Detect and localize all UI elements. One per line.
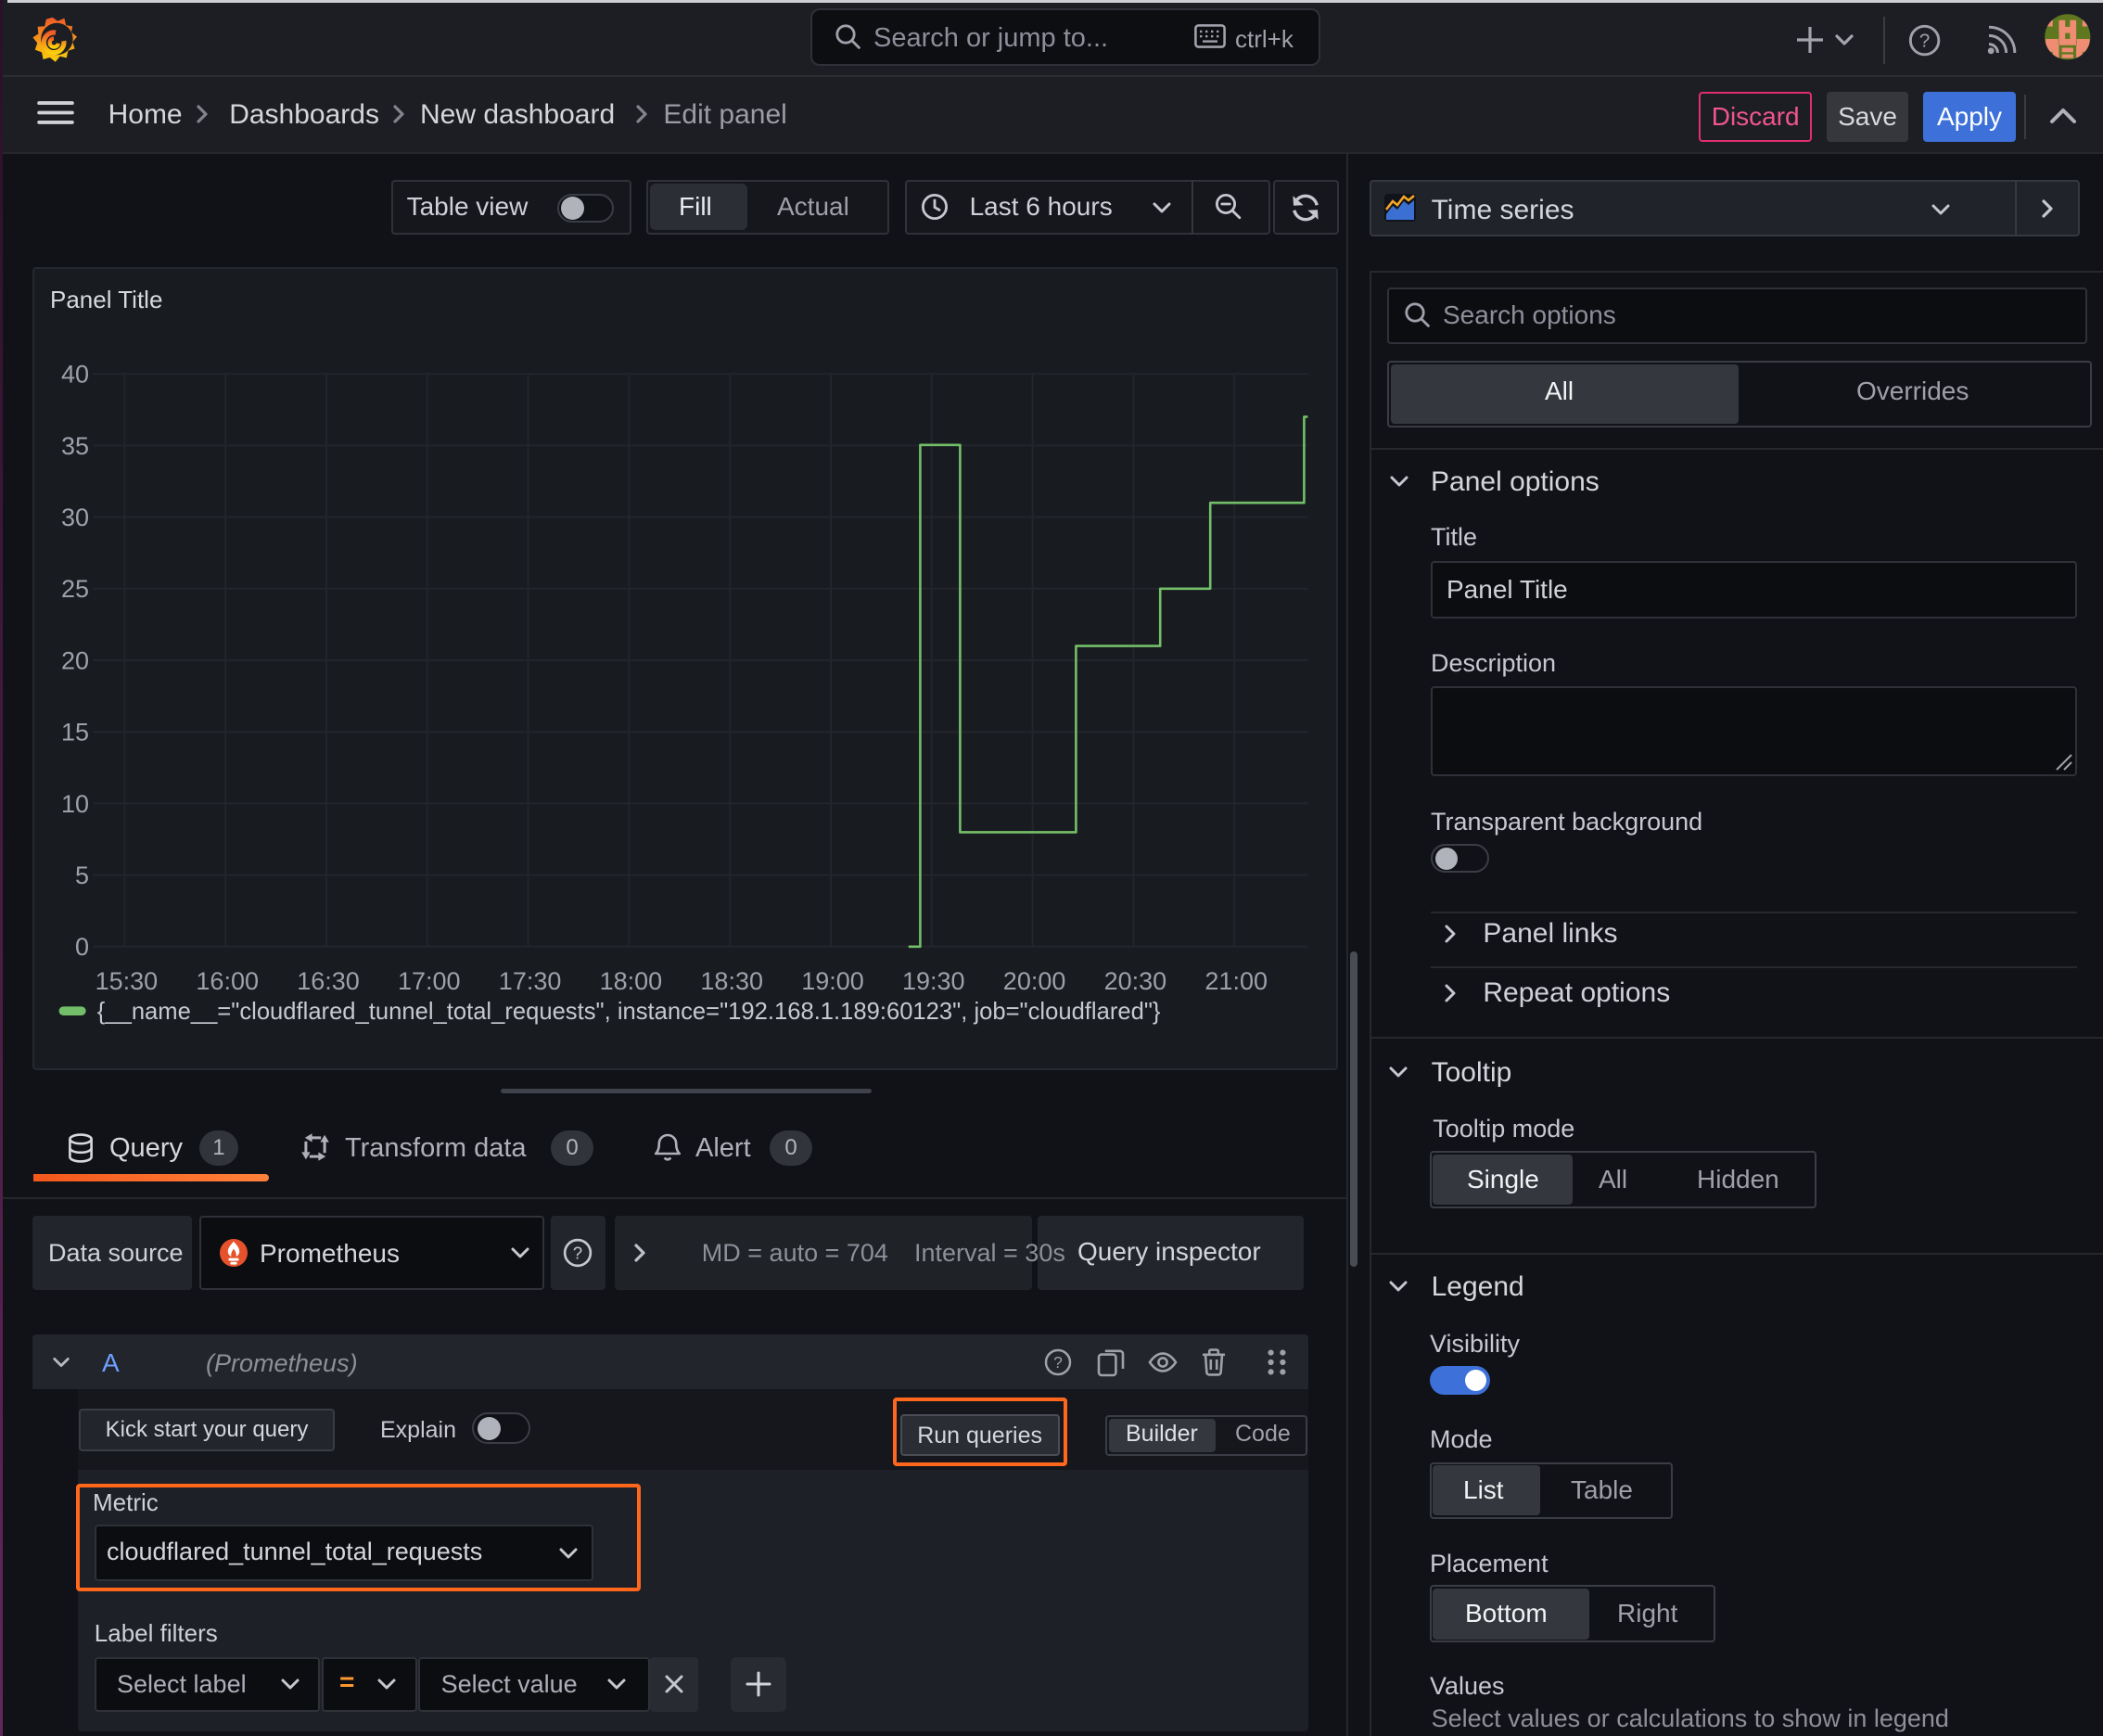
svg-text:16:30: 16:30 — [297, 967, 360, 995]
svg-text:20:30: 20:30 — [1103, 967, 1166, 995]
svg-text:18:00: 18:00 — [599, 967, 662, 995]
svg-text:0: 0 — [75, 933, 89, 961]
svg-text:5: 5 — [75, 862, 89, 889]
svg-text:20:00: 20:00 — [1002, 967, 1065, 995]
svg-text:20: 20 — [61, 646, 89, 674]
svg-text:15: 15 — [61, 719, 89, 747]
svg-text:17:30: 17:30 — [498, 967, 561, 995]
svg-text:35: 35 — [61, 432, 89, 460]
svg-text:25: 25 — [61, 575, 89, 603]
svg-text:21:00: 21:00 — [1204, 967, 1268, 995]
svg-text:10: 10 — [61, 790, 89, 818]
svg-text:17:00: 17:00 — [398, 967, 461, 995]
svg-text:18:30: 18:30 — [700, 967, 763, 995]
svg-text:19:00: 19:00 — [801, 967, 864, 995]
svg-text:15:30: 15:30 — [95, 967, 158, 995]
svg-text:?: ? — [573, 1243, 582, 1262]
svg-text:40: 40 — [61, 361, 89, 389]
svg-text:16:00: 16:00 — [196, 967, 259, 995]
svg-text:30: 30 — [61, 504, 89, 531]
svg-text:?: ? — [1919, 31, 1930, 52]
svg-text:?: ? — [1053, 1353, 1063, 1372]
svg-text:{__name__="cloudflared_tunnel_: {__name__="cloudflared_tunnel_total_requ… — [96, 999, 1160, 1025]
svg-text:19:30: 19:30 — [902, 967, 965, 995]
